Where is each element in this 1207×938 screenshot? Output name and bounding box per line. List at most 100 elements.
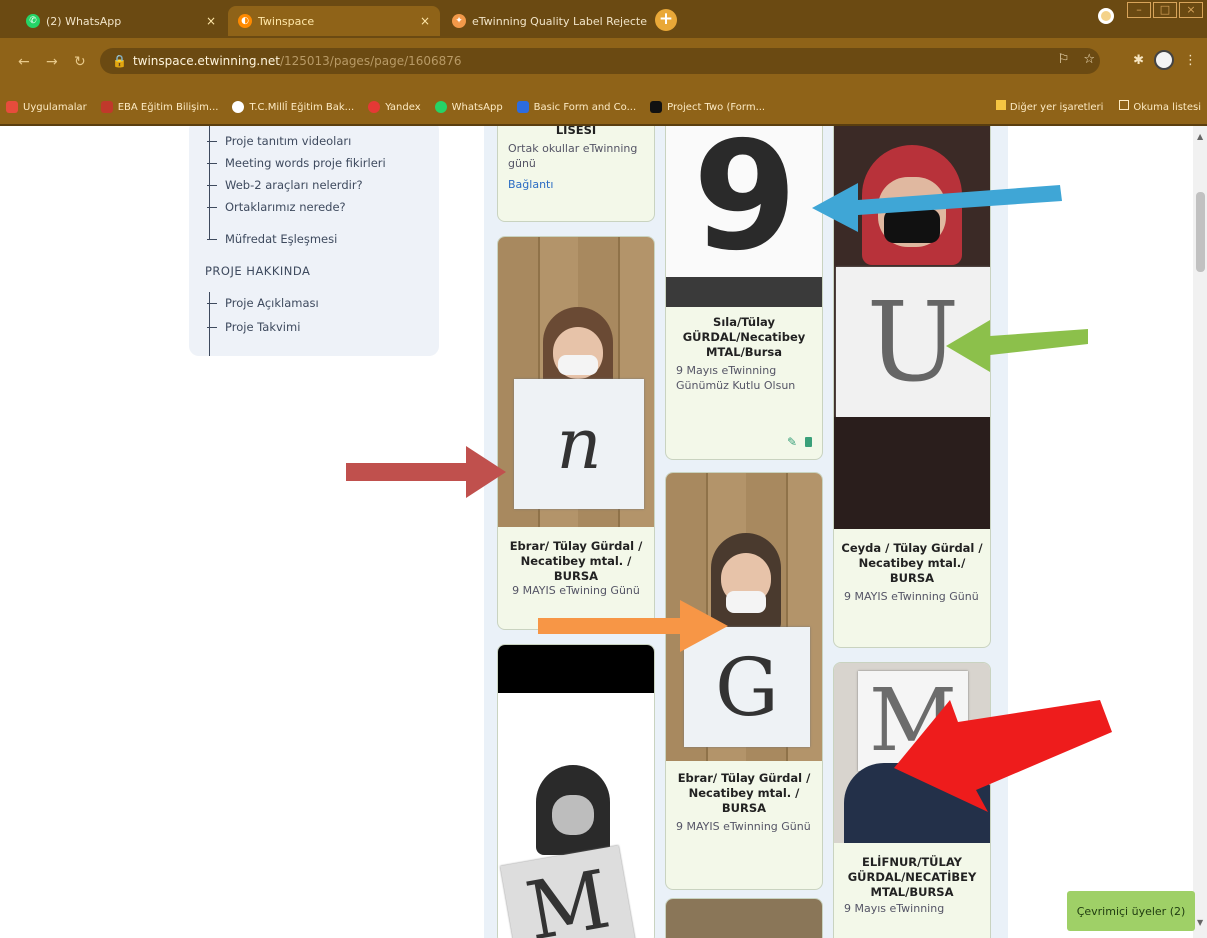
post-card[interactable]: n Ebrar/ Tülay Gürdal / Necatibey mtal. … xyxy=(497,236,655,630)
menu-item[interactable]: Müfredat Eşleşmesi xyxy=(207,232,337,246)
post-card[interactable]: U Ceyda / Tülay Gürdal / Necatibey mtal.… xyxy=(833,126,991,648)
drawing-paper: 9 xyxy=(666,126,822,284)
omnibox-actions: ⚐ ☆ xyxy=(1058,52,1095,67)
post-image[interactable]: 9 xyxy=(666,126,822,307)
trash-icon[interactable] xyxy=(805,437,812,447)
post-image[interactable]: U xyxy=(834,126,990,529)
person xyxy=(844,763,990,843)
whatsapp-icon xyxy=(434,101,447,113)
menu-item[interactable]: Proje tanıtım videoları xyxy=(207,134,351,148)
account-avatar[interactable] xyxy=(1154,50,1174,70)
etwinning-icon: ✦ xyxy=(452,14,466,28)
card-title: Ceyda / Tülay Gürdal / Necatibey mtal./ … xyxy=(841,541,983,585)
scrollbar-thumb[interactable] xyxy=(1196,192,1205,272)
menu-item[interactable]: Ortaklarımız nerede? xyxy=(207,200,346,214)
post-image[interactable]: n xyxy=(498,237,654,527)
bookmark-whatsapp[interactable]: WhatsApp xyxy=(434,101,503,113)
other-bookmarks[interactable]: Diğer yer işaretleri xyxy=(995,100,1103,113)
lock-icon: 🔒 xyxy=(112,54,127,68)
card-title: ELİFNUR/TÜLAY GÜRDAL/NECATİBEY MTAL/BURS… xyxy=(847,855,977,899)
section-heading: PROJE HAKKINDA xyxy=(205,264,311,278)
post-card[interactable]: M ELİFNUR/TÜLAY GÜRDAL/NECATİBEY MTAL/BU… xyxy=(833,662,991,938)
close-window-button[interactable]: × xyxy=(1179,2,1203,18)
reading-list[interactable]: Okuma listesi xyxy=(1119,100,1201,113)
sidebar-menu: Proje tanıtım videoları Meeting words pr… xyxy=(189,126,439,356)
face xyxy=(552,795,594,835)
tab-title: eTwinning Quality Label Rejecte xyxy=(472,14,647,28)
menu-item[interactable]: Meeting words proje fikirleri xyxy=(207,156,386,170)
online-members-button[interactable]: Çevrimiçi üyeler (2) xyxy=(1067,891,1195,931)
card-title: Ebrar/ Tülay Gürdal / Necatibey mtal. / … xyxy=(509,539,643,583)
meb-icon xyxy=(232,101,245,113)
menu-icon[interactable]: ⋮ xyxy=(1184,53,1197,68)
bookmarks-bar: Uygulamalar EBA Eğitim Bilişim... T.C.Mi… xyxy=(0,90,1207,126)
bookmark-meb[interactable]: T.C.MillÎ Eğitim Bak... xyxy=(232,101,354,113)
scroll-up-icon[interactable]: ▲ xyxy=(1197,132,1203,141)
mask xyxy=(726,591,766,613)
reload-icon[interactable]: ↻ xyxy=(74,54,86,70)
bookmarks-right: Diğer yer işaretleri Okuma listesi xyxy=(995,100,1201,113)
star-icon[interactable]: ☆ xyxy=(1083,52,1095,67)
post-card[interactable]: M xyxy=(497,644,655,938)
bookmark-eba[interactable]: EBA Eğitim Bilişim... xyxy=(100,101,218,113)
card-text: 9 Mayıs eTwinning Günümüz Kutlu Olsun xyxy=(676,363,796,392)
yandex-icon xyxy=(368,101,381,113)
maximize-button[interactable]: □ xyxy=(1153,2,1177,18)
menu-item[interactable]: Proje Takvimi xyxy=(207,320,300,334)
forward-icon[interactable]: → xyxy=(46,54,58,70)
tab-twinspace[interactable]: ◐ Twinspace × xyxy=(228,6,440,36)
extensions-icon[interactable]: ✱ xyxy=(1133,53,1144,68)
close-icon[interactable]: × xyxy=(198,14,216,28)
extension-area: ✱ ⋮ xyxy=(1133,50,1197,70)
card-text: 9 MAYIS eTwinning Günü xyxy=(844,589,979,603)
post-image[interactable]: G xyxy=(666,473,822,761)
post-card[interactable]: LİSESİ Ortak okullar eTwinning günü Bağl… xyxy=(497,126,655,222)
url-path: /125013/pages/page/1606876 xyxy=(279,54,462,68)
post-card[interactable]: 9 Sıla/Tülay GÜRDAL/Necatibey MTAL/Bursa… xyxy=(665,126,823,460)
reading-list-icon xyxy=(1119,100,1130,110)
drawing-paper: M xyxy=(858,671,968,771)
post-image[interactable]: M xyxy=(834,663,990,843)
eba-icon xyxy=(100,101,113,113)
minimize-button[interactable]: – xyxy=(1127,2,1151,18)
project-icon xyxy=(650,101,663,113)
translate-icon[interactable]: ⚐ xyxy=(1058,52,1070,67)
new-tab-button[interactable]: + xyxy=(655,9,677,31)
scroll-down-icon[interactable]: ▼ xyxy=(1197,918,1203,927)
menu-item[interactable]: Web-2 araçları nelerdir? xyxy=(207,178,363,192)
apps-grid-icon xyxy=(6,101,18,113)
url-host: twinspace.etwinning.net xyxy=(132,54,280,68)
profile-icon[interactable] xyxy=(1098,8,1114,24)
twinspace-icon: ◐ xyxy=(238,14,252,28)
bookmark-basic-form[interactable]: Basic Form and Co... xyxy=(516,101,636,113)
gallery-feed: LİSESİ Ortak okullar eTwinning günü Bağl… xyxy=(484,126,1008,938)
link[interactable]: Bağlantı xyxy=(498,178,654,191)
drawing-paper: G xyxy=(684,627,810,747)
post-image[interactable]: M xyxy=(498,645,654,938)
window-controls: – □ × xyxy=(1127,2,1203,18)
bookmark-project-two[interactable]: Project Two (Form... xyxy=(650,101,765,113)
drawing-paper: M xyxy=(500,845,636,938)
card-text: 9 Mayıs eTwinning xyxy=(844,901,945,915)
card-text: 9 MAYIS eTwining Günü xyxy=(512,583,640,597)
close-icon[interactable]: × xyxy=(412,14,430,28)
tab-strip: ✆ (2) WhatsApp × ◐ Twinspace × ✦ eTwinni… xyxy=(0,0,1207,38)
bookmark-apps[interactable]: Uygulamalar xyxy=(6,101,87,113)
post-card[interactable]: G Ebrar/ Tülay Gürdal / Necatibey mtal. … xyxy=(665,472,823,890)
drawing-paper: n xyxy=(514,379,644,509)
menu-item[interactable]: Proje Açıklaması xyxy=(207,296,319,310)
post-image[interactable] xyxy=(666,899,822,938)
folder-icon xyxy=(995,100,1006,110)
tab-etwinning-quality[interactable]: ✦ eTwinning Quality Label Rejecte × xyxy=(442,6,647,36)
bookmark-yandex[interactable]: Yandex xyxy=(368,101,421,113)
address-bar[interactable]: 🔒 twinspace.etwinning.net /125013/pages/… xyxy=(100,48,1100,74)
pencil-icon[interactable]: ✎ xyxy=(787,435,797,449)
page-content: Proje tanıtım videoları Meeting words pr… xyxy=(0,126,1193,938)
post-card[interactable] xyxy=(665,898,823,938)
back-icon[interactable]: ← xyxy=(18,54,30,70)
card-title: Ebrar/ Tülay Gürdal / Necatibey mtal. / … xyxy=(677,771,811,815)
tab-whatsapp[interactable]: ✆ (2) WhatsApp × xyxy=(16,6,226,36)
card-text: 9 MAYIS eTwinning Günü xyxy=(676,819,811,833)
card-title: Sıla/Tülay GÜRDAL/Necatibey MTAL/Bursa xyxy=(682,315,806,359)
drawing-paper: U xyxy=(836,267,990,417)
